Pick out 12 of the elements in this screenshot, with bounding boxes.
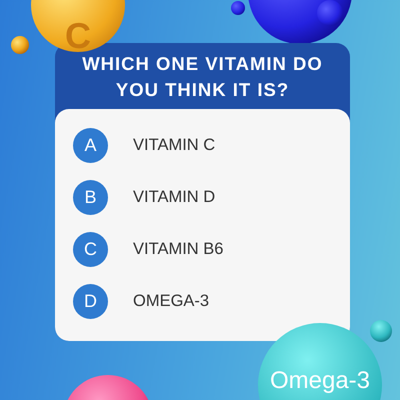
option-label[interactable]: VITAMIN D (133, 188, 216, 206)
small-sphere-drawing (11, 36, 29, 54)
small-sphere-drawing (370, 320, 392, 342)
option-label[interactable]: OMEGA-3 (133, 292, 210, 310)
option-letter[interactable]: D (73, 284, 108, 318)
option-label[interactable]: VITAMIN B6 (133, 240, 224, 258)
option-letter[interactable]: B (73, 180, 108, 214)
small-sphere-drawing (231, 1, 245, 15)
option-label[interactable]: VITAMIN C (133, 136, 216, 154)
sphere-label: Omega-3 (270, 367, 370, 395)
option-letter[interactable]: C (73, 232, 108, 266)
option-letter[interactable]: A (73, 128, 108, 162)
